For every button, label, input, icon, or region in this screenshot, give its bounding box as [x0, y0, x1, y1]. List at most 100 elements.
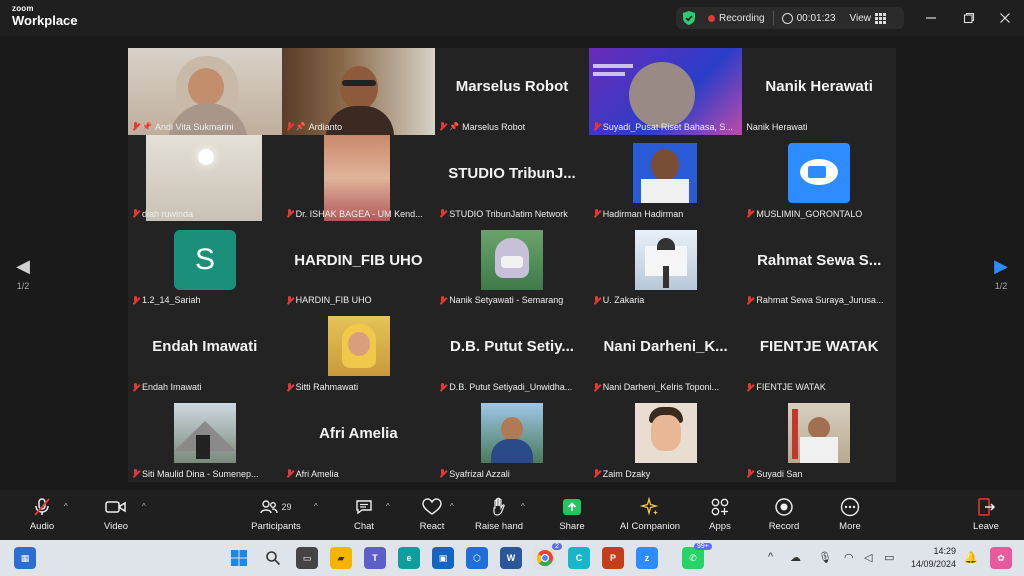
canva-icon[interactable]: C: [568, 547, 590, 569]
mic-muted-icon: [22, 496, 62, 518]
speaker-icon[interactable]: ◁: [864, 551, 872, 564]
participant-tile[interactable]: Nanik Herawati Nanik Herawati: [742, 48, 896, 135]
whatsapp-icon[interactable]: ✆: [682, 547, 704, 569]
participant-name-label: Endah Imawati: [132, 382, 278, 392]
video-camera-icon: [96, 496, 136, 518]
participant-tile[interactable]: S 1.2_14_Sariah: [128, 221, 282, 309]
view-button[interactable]: View: [850, 12, 887, 24]
mic-muted-icon: [593, 382, 600, 392]
participant-name: Afri Amelia: [295, 468, 339, 479]
teams-icon[interactable]: T: [364, 547, 386, 569]
participants-button[interactable]: 29 Participants: [248, 496, 304, 536]
participant-name-label: Nani Darheni_Kelris Toponi...: [593, 382, 739, 392]
participant-tile[interactable]: Marselus Robot 📌 Marselus Robot: [435, 48, 589, 135]
audio-options-chevron-icon[interactable]: ^: [64, 502, 68, 511]
powerpoint-icon[interactable]: P: [602, 547, 624, 569]
participant-tile[interactable]: 📌 Ardianto: [281, 48, 436, 135]
participant-tile[interactable]: 📌 Andi Vita Sukmarini: [128, 48, 282, 135]
edge-icon[interactable]: e: [398, 547, 420, 569]
minimize-icon[interactable]: [920, 8, 942, 28]
participant-tile[interactable]: FIENTJE WATAK FIENTJE WATAK: [742, 308, 896, 396]
participant-tile[interactable]: HARDIN_FIB UHO HARDIN_FIB UHO: [281, 221, 436, 309]
participant-name: Suyadi_Pusat Riset Bahasa, S...: [602, 121, 733, 132]
participant-tile[interactable]: MUSLIMIN_GORONTALO: [742, 134, 896, 222]
task-view-icon[interactable]: ▭: [296, 547, 318, 569]
video-button[interactable]: Video: [96, 496, 136, 536]
chat-button[interactable]: Chat: [344, 496, 384, 536]
heart-icon: [412, 496, 452, 518]
store-icon[interactable]: ▣: [432, 547, 454, 569]
file-explorer-icon[interactable]: ▰: [330, 547, 352, 569]
next-page-button[interactable]: ▶ 1/2: [986, 256, 1016, 291]
participant-tile[interactable]: Dr. ISHAK BAGEA - UM Kend...: [281, 134, 436, 222]
app-cube-icon[interactable]: ⬡: [466, 547, 488, 569]
participants-label: Participants: [251, 521, 301, 532]
participant-name-label: 📌 Ardianto: [286, 122, 432, 132]
participants-options-chevron-icon[interactable]: ^: [314, 502, 318, 511]
mic-muted-icon: [286, 122, 293, 131]
widgets-icon[interactable]: ▦: [14, 547, 36, 569]
battery-icon[interactable]: ▭: [884, 551, 894, 564]
shield-check-icon[interactable]: [682, 10, 696, 26]
wifi-icon[interactable]: ◠: [844, 551, 854, 564]
participant-display-name: Nani Darheni_K...: [603, 338, 728, 356]
participant-tile[interactable]: diah ruwinda: [128, 134, 282, 222]
react-button[interactable]: React: [412, 496, 452, 536]
react-options-chevron-icon[interactable]: ^: [450, 502, 454, 511]
participant-tile[interactable]: Afri Amelia Afri Amelia: [281, 395, 436, 482]
previous-page-button[interactable]: ◀ 1/2: [8, 256, 38, 291]
close-icon[interactable]: [994, 8, 1016, 28]
participant-display-name: STUDIO TribunJ...: [448, 164, 576, 182]
raise-hand-button[interactable]: Raise hand: [472, 496, 526, 536]
microphone-icon[interactable]: 🎙: [818, 551, 832, 564]
notification-bell-icon[interactable]: 🔔: [964, 551, 978, 564]
participant-name: STUDIO TribunJatim Network: [449, 208, 568, 219]
chat-options-chevron-icon[interactable]: ^: [386, 502, 390, 511]
leave-button[interactable]: Leave: [966, 496, 1006, 536]
chevron-right-icon: ▶: [994, 256, 1008, 276]
participant-tile[interactable]: Zaim Dzaky: [588, 395, 743, 482]
participant-tile[interactable]: D.B. Putut Setiy... D.B. Putut Setiyadi_U…: [435, 308, 589, 396]
participant-tile[interactable]: Rahmat Sewa S... Rahmat Sewa Suraya_Jurus…: [742, 221, 896, 309]
search-icon[interactable]: [262, 547, 284, 569]
participant-tile[interactable]: U. Zakaria: [588, 221, 743, 309]
react-label: React: [419, 521, 445, 532]
more-button[interactable]: More: [830, 496, 870, 536]
apps-button[interactable]: Apps: [700, 496, 740, 536]
restore-icon[interactable]: [958, 8, 980, 28]
tray-chevron-up-icon[interactable]: ^: [768, 551, 773, 563]
participant-name-label: STUDIO TribunJatim Network: [439, 209, 585, 219]
mic-muted-icon: [132, 382, 139, 392]
recording-label[interactable]: Recording: [719, 13, 765, 24]
participant-tile[interactable]: Nani Darheni_K... Nani Darheni_Kelris Top…: [588, 308, 743, 396]
more-label: More: [839, 521, 861, 532]
video-options-chevron-icon[interactable]: ^: [142, 502, 146, 511]
zoom-taskbar-icon[interactable]: z: [636, 547, 658, 569]
audio-button[interactable]: Audio: [22, 496, 62, 536]
ai-companion-button[interactable]: AI Companion: [616, 496, 684, 536]
participant-tile[interactable]: Syafrizal Azzali: [435, 395, 589, 482]
cloud-icon[interactable]: ☁: [790, 551, 801, 564]
title-bar: zoom Workplace Recording 00:01:23 View: [0, 0, 1024, 36]
participant-tile[interactable]: Suyadi_Pusat Riset Bahasa, S...: [588, 48, 743, 135]
share-label: Share: [559, 521, 585, 532]
record-button[interactable]: Record: [764, 496, 804, 536]
mic-muted-icon: [286, 382, 293, 392]
windows-start-icon[interactable]: [228, 547, 250, 569]
participant-tile[interactable]: STUDIO TribunJ... STUDIO TribunJatim Netw…: [435, 134, 589, 222]
participant-tile[interactable]: Endah Imawati Endah Imawati: [128, 308, 282, 396]
copilot-icon[interactable]: ✿: [990, 547, 1012, 569]
mic-muted-icon: [746, 295, 753, 305]
raise-hand-options-chevron-icon[interactable]: ^: [521, 502, 525, 511]
share-button[interactable]: Share: [552, 496, 592, 536]
word-icon[interactable]: W: [500, 547, 522, 569]
system-clock[interactable]: 14:29 14/09/2024: [900, 545, 956, 571]
participant-tile[interactable]: Suyadi San: [742, 395, 896, 482]
participant-tile[interactable]: Hadirman Hadirman: [588, 134, 743, 222]
participant-tile[interactable]: Sitti Rahmawati: [281, 308, 436, 396]
participant-name: Dr. ISHAK BAGEA - UM Kend...: [295, 208, 423, 219]
participant-tile[interactable]: Siti Maulid Dina - Sumenep...: [128, 395, 282, 482]
participant-name-label: Syafrizal Azzali: [439, 469, 585, 479]
participant-tile[interactable]: Nanik Setyawati - Semarang: [435, 221, 589, 309]
chrome-icon[interactable]: [534, 547, 556, 569]
